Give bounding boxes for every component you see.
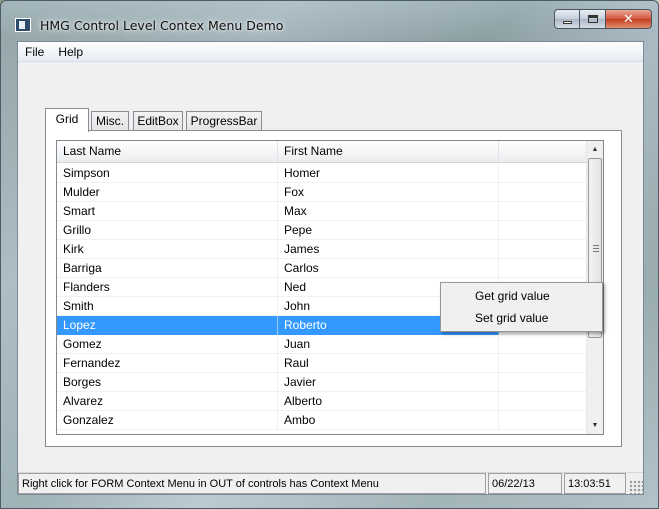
- menu-item-get-grid-value[interactable]: Get grid value: [441, 285, 602, 307]
- table-cell[interactable]: Mulder: [57, 183, 278, 202]
- maximize-icon: [587, 15, 598, 23]
- minimize-icon: [562, 20, 572, 24]
- table-cell[interactable]: Juan: [278, 335, 499, 354]
- table-cell[interactable]: [499, 259, 587, 278]
- table-cell[interactable]: Grillo: [57, 221, 278, 240]
- status-message: Right click for FORM Context Menu in OUT…: [18, 473, 486, 494]
- table-cell[interactable]: Pepe: [278, 221, 499, 240]
- resize-grip-icon[interactable]: [629, 480, 643, 494]
- status-time: 13:03:51: [564, 473, 626, 494]
- table-row[interactable]: Mulder Fox: [57, 183, 587, 202]
- table-cell[interactable]: [499, 335, 587, 354]
- status-bar: Right click for FORM Context Menu in OUT…: [18, 472, 643, 494]
- column-header-last-name[interactable]: Last Name: [57, 141, 278, 163]
- table-cell[interactable]: Kirk: [57, 240, 278, 259]
- column-header-first-name[interactable]: First Name: [278, 141, 499, 163]
- maximize-button[interactable]: [580, 9, 606, 29]
- table-cell[interactable]: Simpson: [57, 164, 278, 183]
- grid-context-menu: Get grid value Set grid value: [440, 282, 603, 332]
- table-cell[interactable]: Carlos: [278, 259, 499, 278]
- table-cell[interactable]: Borges: [57, 373, 278, 392]
- table-cell[interactable]: Lopez: [57, 316, 278, 335]
- table-cell[interactable]: Max: [278, 202, 499, 221]
- table-cell[interactable]: [499, 221, 587, 240]
- tab-misc[interactable]: Misc.: [91, 111, 129, 131]
- table-row[interactable]: Gomez Juan: [57, 335, 587, 354]
- table-cell[interactable]: [499, 202, 587, 221]
- table-cell[interactable]: Ambo: [278, 411, 499, 430]
- table-row[interactable]: Fernandez Raul: [57, 354, 587, 373]
- tab-progressbar[interactable]: ProgressBar: [186, 111, 262, 131]
- table-row[interactable]: Alvarez Alberto: [57, 392, 587, 411]
- menu-help[interactable]: Help: [51, 42, 90, 62]
- table-cell[interactable]: Alvarez: [57, 392, 278, 411]
- column-header-empty[interactable]: [499, 141, 587, 163]
- table-cell[interactable]: [499, 240, 587, 259]
- table-cell[interactable]: Fox: [278, 183, 499, 202]
- status-date: 06/22/13: [488, 473, 562, 494]
- app-window: HMG Control Level Contex Menu Demo ✕ Fil…: [0, 0, 659, 509]
- table-row[interactable]: Simpson Homer: [57, 164, 587, 183]
- table-cell[interactable]: [499, 373, 587, 392]
- table-cell[interactable]: Fernandez: [57, 354, 278, 373]
- table-row[interactable]: Barriga Carlos: [57, 259, 587, 278]
- table-row[interactable]: Gonzalez Ambo: [57, 411, 587, 430]
- table-cell[interactable]: [499, 354, 587, 373]
- menu-file[interactable]: File: [18, 42, 51, 62]
- table-cell[interactable]: Smart: [57, 202, 278, 221]
- menu-bar: File Help: [18, 42, 643, 62]
- table-row[interactable]: Grillo Pepe: [57, 221, 587, 240]
- scroll-up-icon[interactable]: ▲: [587, 141, 603, 158]
- tab-grid[interactable]: Grid: [45, 108, 89, 132]
- table-cell[interactable]: [499, 164, 587, 183]
- close-icon: ✕: [623, 11, 634, 27]
- scroll-down-icon[interactable]: ▼: [587, 417, 603, 434]
- table-cell[interactable]: Gomez: [57, 335, 278, 354]
- table-cell[interactable]: Gonzalez: [57, 411, 278, 430]
- tab-editbox[interactable]: EditBox: [133, 111, 183, 131]
- title-bar[interactable]: HMG Control Level Contex Menu Demo ✕: [1, 1, 658, 41]
- table-cell[interactable]: Barriga: [57, 259, 278, 278]
- window-title: HMG Control Level Contex Menu Demo: [40, 18, 284, 33]
- caption-buttons: ✕: [554, 9, 652, 29]
- table-cell[interactable]: Javier: [278, 373, 499, 392]
- menu-item-set-grid-value[interactable]: Set grid value: [441, 307, 602, 329]
- app-icon[interactable]: [15, 18, 31, 32]
- close-button[interactable]: ✕: [606, 9, 652, 29]
- table-cell[interactable]: Flanders: [57, 278, 278, 297]
- table-cell[interactable]: Homer: [278, 164, 499, 183]
- grip-icon: [593, 245, 599, 252]
- table-cell[interactable]: [499, 183, 587, 202]
- grid-header: Last Name First Name: [57, 141, 587, 163]
- table-row[interactable]: Kirk James: [57, 240, 587, 259]
- table-cell[interactable]: [499, 411, 587, 430]
- table-row[interactable]: Borges Javier: [57, 373, 587, 392]
- table-cell[interactable]: [499, 392, 587, 411]
- table-cell[interactable]: Alberto: [278, 392, 499, 411]
- table-cell[interactable]: James: [278, 240, 499, 259]
- table-row[interactable]: Smart Max: [57, 202, 587, 221]
- table-cell[interactable]: Smith: [57, 297, 278, 316]
- table-cell[interactable]: Raul: [278, 354, 499, 373]
- client-area: File Help Grid Misc. EditBox ProgressBar…: [17, 41, 644, 495]
- minimize-button[interactable]: [554, 9, 580, 29]
